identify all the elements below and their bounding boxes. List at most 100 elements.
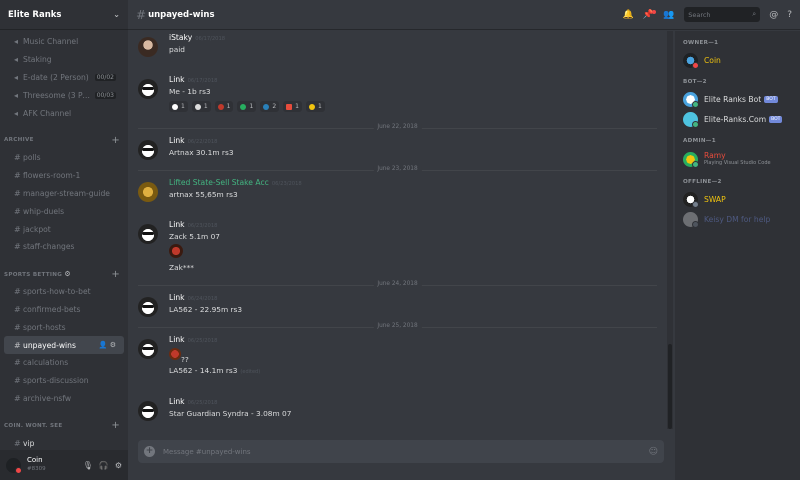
hash-icon: # — [14, 358, 21, 368]
author-name[interactable]: Link — [169, 335, 185, 344]
hash-icon: # — [14, 242, 21, 252]
channel-sports-how-to-bet[interactable]: # sports-how-to-bet — [4, 283, 124, 301]
hash-icon: # — [14, 393, 21, 403]
channel-manager-stream-guide[interactable]: # manager-stream-guide — [4, 185, 124, 203]
avatar[interactable] — [138, 224, 158, 244]
pin-icon[interactable]: 📌 — [643, 9, 657, 20]
channel-calculations[interactable]: # calculations — [4, 354, 124, 372]
member-item[interactable]: Ramy Playing Visual Studio Code — [683, 148, 792, 170]
reaction-emoji-icon — [308, 103, 315, 110]
search-input[interactable]: Search ⌕ — [684, 7, 761, 22]
add-channel-icon[interactable]: + — [111, 420, 120, 431]
avatar[interactable] — [138, 37, 158, 57]
add-channel-icon[interactable]: + — [111, 269, 120, 280]
category-coin-wont-see[interactable]: COIN. WONT. SEE + — [0, 417, 128, 434]
reaction[interactable]: 1 — [191, 101, 211, 112]
emoji-image — [169, 348, 181, 360]
author-name[interactable]: Link — [169, 293, 185, 302]
message-input[interactable] — [163, 447, 649, 456]
role-header-bot: BOT—2 — [683, 79, 707, 85]
avatar — [683, 151, 699, 168]
bell-icon[interactable]: 🔔 — [623, 10, 634, 20]
hash-icon: # — [14, 376, 21, 386]
reaction[interactable]: 1 — [283, 101, 302, 112]
voice-channel-music[interactable]: ◂ Music Channel — [4, 33, 124, 51]
author-name[interactable]: Link — [169, 136, 185, 145]
add-attachment-button[interactable]: + — [144, 446, 155, 457]
message-text: Zak*** — [169, 263, 194, 272]
channel-unpayed-wins[interactable]: # unpayed-wins 👤 ⚙ — [4, 336, 124, 354]
member-name: SWAP — [704, 194, 726, 204]
member-name: Keisy DM for help — [704, 214, 771, 224]
speaker-icon: ◂ — [14, 37, 19, 47]
reaction[interactable]: 2 — [260, 101, 280, 112]
invite-icon[interactable]: 👤 — [99, 341, 108, 349]
avatar[interactable] — [138, 297, 158, 317]
member-item[interactable]: Keisy DM for help — [683, 209, 792, 229]
avatar[interactable] — [138, 182, 158, 202]
emoji-image — [169, 244, 183, 258]
channel-polls[interactable]: # polls — [4, 149, 124, 167]
channel-staff-changes[interactable]: # staff-changes — [4, 238, 124, 256]
guild-header[interactable]: Elite Ranks ⌄ — [0, 0, 128, 30]
help-icon[interactable]: ? — [787, 10, 792, 20]
avatar[interactable] — [6, 457, 22, 474]
avatar[interactable] — [138, 401, 158, 421]
channel-archive-nsfw[interactable]: # archive-nsfw — [4, 390, 124, 408]
reaction[interactable]: 1 — [169, 101, 188, 112]
author-name[interactable]: Link — [169, 220, 185, 229]
channel-flowers-room-1[interactable]: # flowers-room-1 — [4, 167, 124, 185]
gear-icon[interactable]: ⚙ — [115, 461, 122, 470]
channel-sidebar: Elite Ranks ⌄ ◂ Music Channel ◂ Staking ◂ E… — [0, 0, 128, 480]
members-icon[interactable]: 👥 — [663, 10, 674, 20]
channel-label: Music Channel — [23, 37, 79, 47]
reaction-count: 1 — [317, 103, 322, 110]
author-name[interactable]: Lifted State-Sell Stake Acc — [169, 178, 269, 187]
settings-icon[interactable]: ⚙ — [110, 341, 116, 349]
message-scrollbar[interactable] — [667, 31, 673, 429]
author-name[interactable]: Link — [169, 75, 185, 84]
voice-channel-afk[interactable]: ◂ AFK Channel — [4, 104, 124, 122]
add-channel-icon[interactable]: + — [111, 135, 120, 146]
voice-channel-edate[interactable]: ◂ E-date (2 Person) 00/02 — [4, 69, 124, 87]
channel-confirmed-bets[interactable]: # confirmed-bets — [4, 301, 124, 319]
reaction[interactable]: 1 — [305, 101, 325, 112]
member-item[interactable]: Elite Ranks Bot BOT — [683, 89, 792, 109]
author-name[interactable]: iStaky — [169, 33, 192, 42]
reaction-count: 1 — [295, 103, 299, 110]
category-sports-betting[interactable]: SPORTS BETTING ⚙ + — [0, 266, 128, 283]
headphones-icon[interactable]: 🎧 — [99, 461, 109, 470]
channel-sports-discussion[interactable]: # sports-discussion — [4, 372, 124, 390]
reaction-count: 1 — [249, 103, 254, 110]
reaction[interactable]: 1 — [237, 101, 257, 112]
avatar[interactable] — [138, 79, 158, 99]
member-item[interactable]: SWAP — [683, 189, 792, 209]
author-name[interactable]: Link — [169, 397, 185, 406]
channel-whip-duels[interactable]: # whip-duels — [4, 202, 124, 220]
member-item[interactable]: Elite-Ranks.Com BOT — [683, 109, 792, 129]
reaction-count: 1 — [203, 103, 208, 110]
mention-icon[interactable]: @ — [769, 10, 778, 20]
microphone-icon[interactable]: 🎙 — [83, 461, 93, 470]
channel-jackpot[interactable]: # jackpot — [4, 220, 124, 238]
voice-channel-threesome[interactable]: ◂ Threesome (3 Perso...00/03 — [4, 86, 124, 104]
avatar — [683, 91, 699, 108]
channel-label: sports-discussion — [23, 376, 89, 386]
hash-icon: # — [14, 340, 21, 350]
avatar[interactable] — [138, 339, 158, 359]
emoji-picker-icon[interactable]: ☺ — [649, 447, 658, 457]
member-item[interactable]: Coin — [683, 50, 792, 70]
voice-channel-staking[interactable]: ◂ Staking — [4, 51, 124, 69]
search-placeholder: Search — [688, 10, 711, 19]
channel-sport-hosts[interactable]: # sport-hosts — [4, 318, 124, 336]
avatar[interactable] — [138, 140, 158, 160]
role-header-owner: OWNER—1 — [683, 40, 719, 46]
channel-list: ◂ Music Channel ◂ Staking ◂ E-date (2 Perso… — [0, 30, 128, 452]
speaker-icon: ◂ — [14, 90, 19, 100]
category-archive[interactable]: ARCHIVE + — [0, 132, 128, 149]
avatar — [683, 52, 699, 69]
timestamp: 06/24/2018 — [187, 296, 218, 302]
scrollbar-thumb[interactable] — [668, 344, 672, 429]
message: Link 06/24/2018 LA562 - 22.95m rs3 — [138, 293, 661, 317]
reaction[interactable]: 1 — [214, 101, 234, 112]
